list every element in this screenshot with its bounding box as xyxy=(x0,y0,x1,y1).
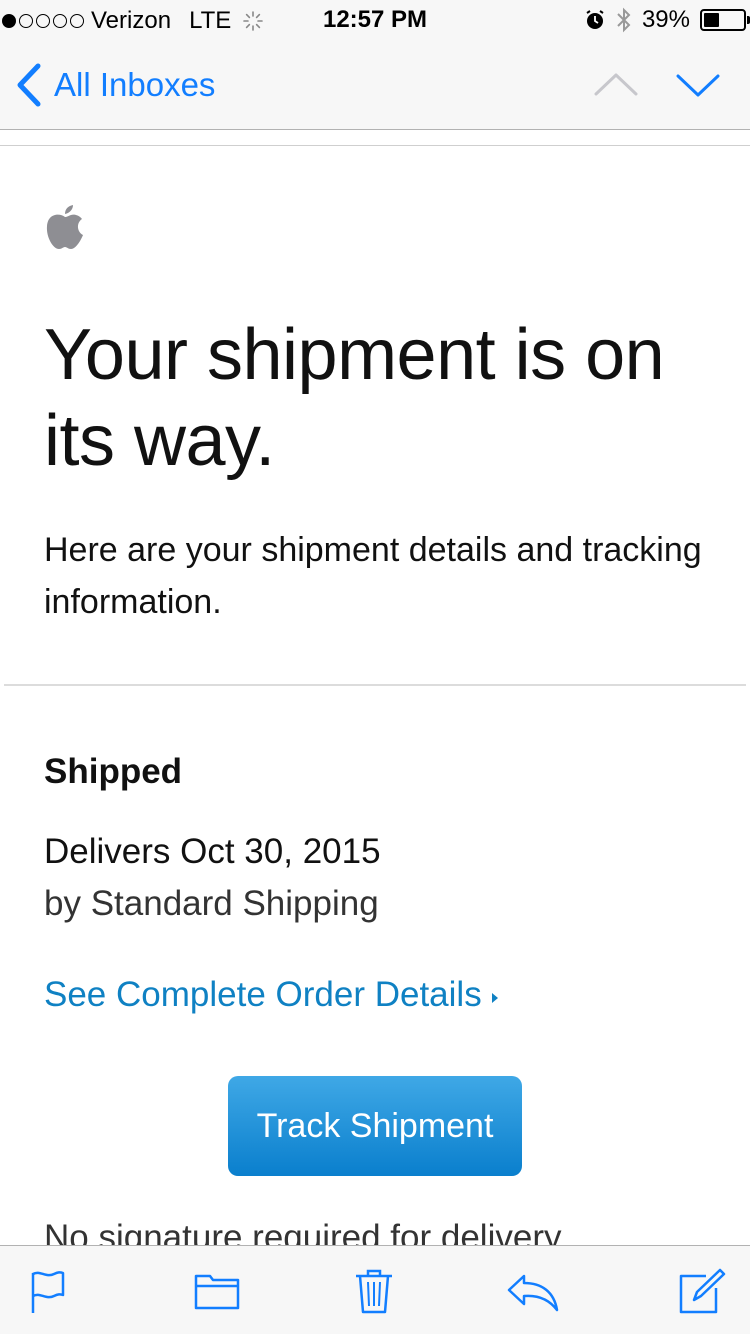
battery-fill xyxy=(704,13,719,27)
delivery-date: Delivers Oct 30, 2015 xyxy=(44,832,381,871)
back-label: All Inboxes xyxy=(54,66,216,103)
email-body: Your shipment is on its way. Here are yo… xyxy=(0,146,750,1245)
status-bar: Verizon LTE 12:57 PM 39% xyxy=(0,0,750,40)
chevron-left-icon xyxy=(17,63,41,107)
flag-button[interactable] xyxy=(30,1268,66,1314)
reply-button[interactable] xyxy=(506,1268,560,1314)
compose-icon xyxy=(679,1268,726,1314)
alarm-icon xyxy=(586,10,604,29)
order-details-link[interactable]: See Complete Order Details xyxy=(44,973,498,1017)
email-headline: Your shipment is on its way. xyxy=(44,315,665,481)
navigation-bar: All Inboxes xyxy=(0,40,750,130)
email-intro: Here are your shipment details and track… xyxy=(44,531,702,621)
folder-icon xyxy=(194,1274,240,1310)
compose-button[interactable] xyxy=(678,1268,726,1314)
order-details-label: See Complete Order Details xyxy=(44,975,482,1014)
arrow-right-icon xyxy=(491,993,498,1003)
shipment-status: Shipped xyxy=(44,752,183,791)
apple-logo-icon xyxy=(46,205,83,249)
track-shipment-button[interactable]: Track Shipment xyxy=(228,1076,522,1176)
bottom-toolbar xyxy=(0,1245,750,1334)
move-to-folder-button[interactable] xyxy=(194,1268,240,1314)
chevron-up-icon[interactable] xyxy=(594,70,638,100)
battery-percent: 39% xyxy=(641,6,690,33)
signature-note: No signature required for delivery xyxy=(44,1218,562,1245)
back-button[interactable]: All Inboxes xyxy=(14,62,215,108)
reply-icon xyxy=(507,1274,559,1312)
trash-button[interactable] xyxy=(354,1268,394,1314)
flag-icon xyxy=(31,1271,65,1313)
shipping-method: by Standard Shipping xyxy=(44,884,379,923)
bluetooth-icon xyxy=(617,7,631,33)
chevron-down-icon[interactable] xyxy=(676,70,720,100)
trash-icon xyxy=(356,1269,392,1314)
battery-icon xyxy=(700,9,750,31)
status-right: 39% xyxy=(584,6,750,34)
section-divider xyxy=(4,684,746,686)
